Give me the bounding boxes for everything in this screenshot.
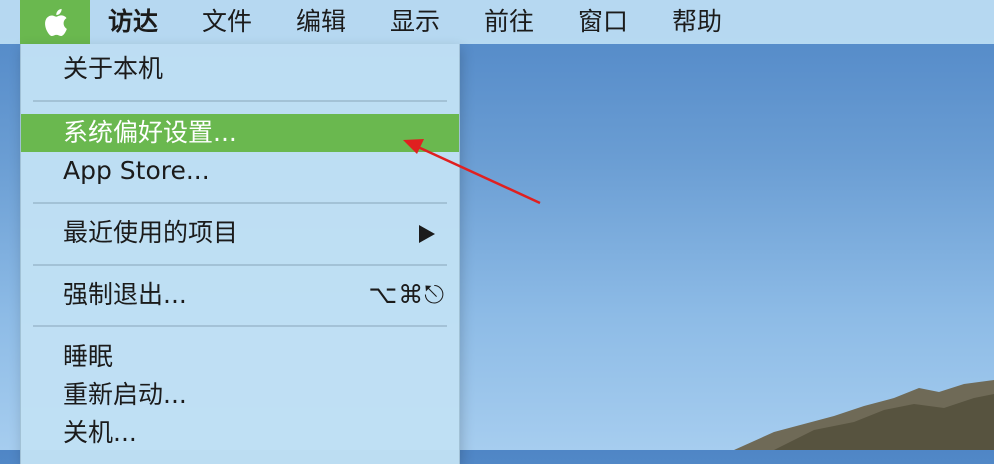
annotation-arrow — [403, 139, 541, 205]
